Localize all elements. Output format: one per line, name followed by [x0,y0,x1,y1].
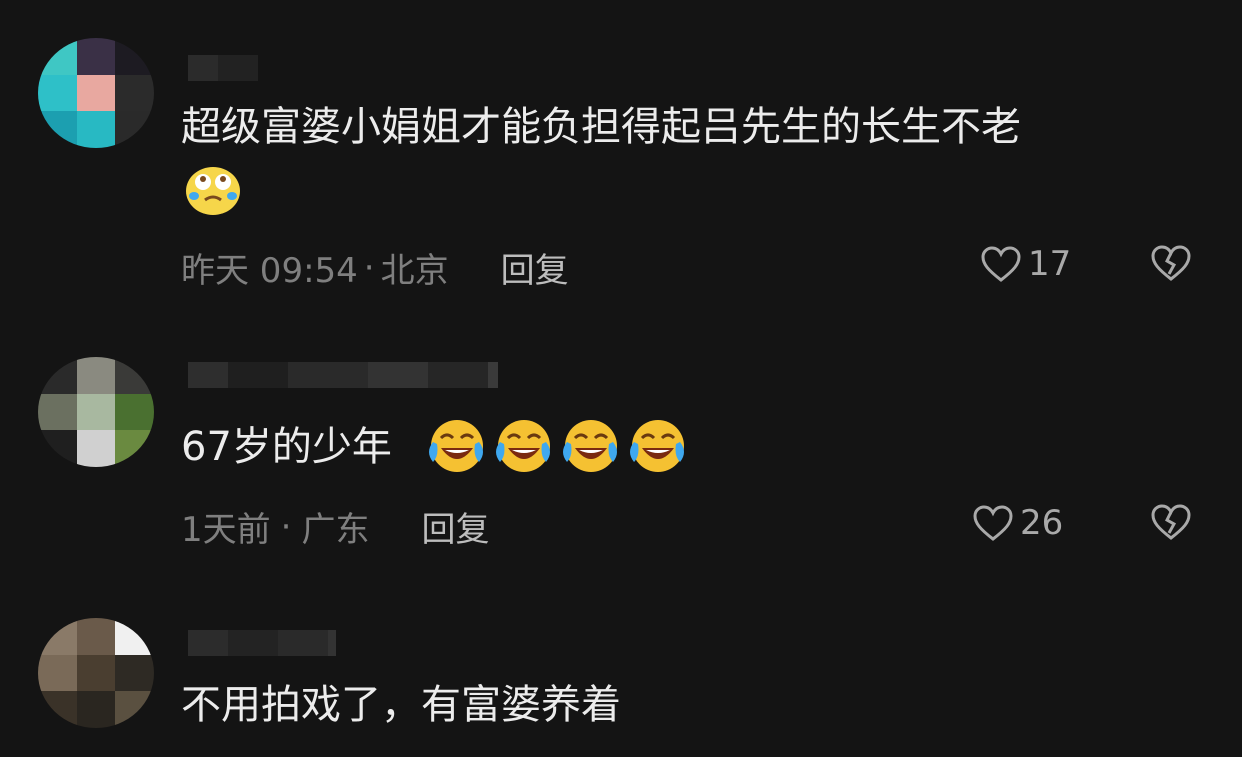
reply-button[interactable]: 回复 [501,243,569,292]
broken-heart-icon [1150,244,1192,282]
username-blurred[interactable] [188,55,258,81]
comment-text: 67岁的少年 [181,418,392,476]
like-button[interactable]: 26 [972,503,1063,543]
like-count: 26 [1020,503,1064,543]
comment-body: 不用拍戏了，有富婆养着 [181,682,621,728]
like-count: 17 [1028,244,1072,284]
crying-laughing-face-icon [185,162,241,220]
tears-of-joy-icon [427,418,485,478]
comment-time: 1天前 [181,510,271,550]
avatar[interactable] [38,357,154,467]
meta-separator: · [363,247,375,288]
comment-location: 北京 [380,251,449,291]
dislike-button[interactable] [1150,244,1192,282]
avatar[interactable] [38,38,154,148]
comment-meta: 昨天 09:54 · 北京 回复 [181,243,569,292]
username-blurred[interactable] [188,630,336,656]
comment-body: 67岁的少年 [181,424,392,470]
broken-heart-icon [1150,503,1192,541]
dislike-button[interactable] [1150,503,1192,541]
tears-of-joy-icon [494,418,552,478]
reply-button[interactable]: 回复 [421,502,489,551]
like-button[interactable]: 17 [980,244,1071,284]
comment-body: 超级富婆小娟姐才能负担得起吕先生的长生不老 [181,104,1021,150]
tears-of-joy-icon [628,418,686,478]
heart-outline-icon [980,245,1022,283]
heart-outline-icon [972,504,1014,542]
comment-time: 昨天 09:54 [181,251,358,291]
tears-of-joy-icon [561,418,619,478]
emoji-group [427,418,686,478]
comment-text: 超级富婆小娟姐才能负担得起吕先生的长生不老 [181,98,1021,156]
avatar[interactable] [38,618,154,728]
comment-meta: 1天前 · 广东 回复 [181,502,489,551]
comment-text: 不用拍戏了，有富婆养着 [181,676,621,734]
meta-separator: · [280,506,292,547]
username-blurred[interactable] [188,362,498,388]
comment-location: 广东 [301,510,370,550]
